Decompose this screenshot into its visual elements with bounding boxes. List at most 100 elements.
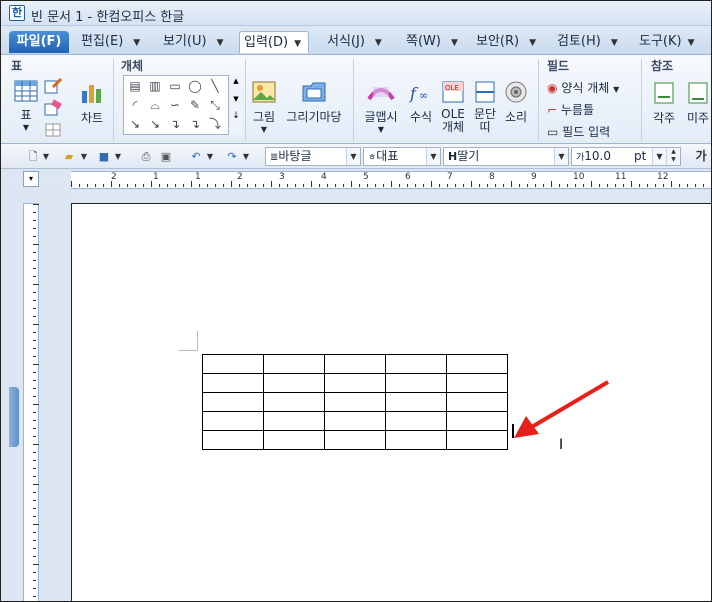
- connector-shape-icon[interactable]: ↘: [126, 116, 144, 132]
- chevron-down-icon[interactable]: ▼: [241, 148, 251, 165]
- chevron-down-icon[interactable]: ▼: [229, 95, 243, 103]
- table-cell[interactable]: [263, 392, 325, 412]
- formula-button[interactable]: f ∞ 수식: [405, 79, 437, 125]
- shape-gallery-scroll[interactable]: ▲ ▼ ↓: [228, 75, 243, 135]
- chevron-down-icon[interactable]: ▼: [205, 148, 215, 165]
- size-spinner[interactable]: ▲ ▼: [666, 148, 680, 165]
- table-cell[interactable]: [263, 373, 325, 393]
- ruler-corner[interactable]: ▾: [23, 171, 39, 187]
- style-combo[interactable]: ≣바탕글 ▼: [265, 147, 361, 166]
- ellipse-shape-icon[interactable]: ◯: [186, 78, 204, 94]
- menu-edit[interactable]: 편집(E) ▼: [81, 31, 141, 53]
- footnote-button[interactable]: 각주: [649, 81, 679, 126]
- menu-tools[interactable]: 도구(K) ▼: [639, 31, 696, 53]
- ruler-tick: [447, 184, 448, 187]
- chevron-down-icon[interactable]: ▼: [346, 148, 360, 165]
- chevron-down-icon[interactable]: ▼: [554, 148, 568, 165]
- document-table[interactable]: [202, 354, 508, 450]
- textart-button[interactable]: 글맵시 ▼: [361, 79, 401, 134]
- table-cell[interactable]: [324, 354, 386, 374]
- chevron-down-icon[interactable]: ▼: [41, 148, 51, 165]
- picture-button[interactable]: 그림 ▼: [249, 79, 279, 134]
- print-preview-icon[interactable]: ▣: [157, 148, 175, 165]
- table-cell[interactable]: [446, 430, 508, 450]
- table-cell[interactable]: [202, 430, 264, 450]
- menu-format[interactable]: 서식(J) ▼: [327, 31, 383, 53]
- table-cell[interactable]: [446, 392, 508, 412]
- table-cell[interactable]: [202, 373, 264, 393]
- menu-security[interactable]: 보안(R) ▼: [476, 31, 537, 53]
- sound-button[interactable]: 소리: [501, 79, 531, 125]
- font-size-combo[interactable]: 가10.0 pt ▼ ▲ ▼: [571, 147, 681, 166]
- save-icon[interactable]: ■: [95, 148, 113, 165]
- table-cell[interactable]: [324, 373, 386, 393]
- font-combo[interactable]: H딸기 ▼: [443, 147, 569, 166]
- connector-shape-icon[interactable]: ↴: [186, 116, 204, 132]
- table-edit-button[interactable]: [43, 77, 63, 98]
- polygon-shape-icon[interactable]: ⌓: [146, 97, 164, 113]
- table-grid-button[interactable]: [43, 123, 63, 140]
- table-cell[interactable]: [263, 354, 325, 374]
- table-cell[interactable]: [385, 392, 447, 412]
- table-cell[interactable]: [202, 392, 264, 412]
- table-cell[interactable]: [446, 354, 508, 374]
- table-button[interactable]: 표 ▼: [11, 79, 41, 132]
- endnote-button[interactable]: 미주: [683, 81, 711, 126]
- table-cell[interactable]: [446, 411, 508, 431]
- connector-shape-icon[interactable]: ↴: [166, 116, 184, 132]
- bold-button[interactable]: 가: [693, 148, 709, 165]
- chevron-down-icon[interactable]: ▼: [426, 148, 440, 165]
- font-language-combo[interactable]: ㅎ대표 ▼: [363, 147, 441, 166]
- table-cell[interactable]: [385, 430, 447, 450]
- ole-object-button[interactable]: OLE OLE 개체: [438, 79, 468, 134]
- table-cell[interactable]: [324, 430, 386, 450]
- menu-review[interactable]: 검토(H) ▼: [557, 31, 619, 53]
- menu-view[interactable]: 보기(U) ▼: [163, 31, 225, 53]
- table-cell[interactable]: [324, 392, 386, 412]
- side-pane-toggle[interactable]: [9, 387, 19, 447]
- table-cell[interactable]: [202, 354, 264, 374]
- vertical-ruler[interactable]: [23, 203, 39, 601]
- menu-page[interactable]: 쪽(W) ▼: [406, 31, 459, 53]
- connector-shape-icon[interactable]: ⤵: [206, 116, 224, 132]
- connector-shape-icon[interactable]: ⤡: [206, 97, 224, 113]
- chevron-up-icon[interactable]: ▲: [229, 77, 243, 85]
- click-here-button[interactable]: ⌐ 누름틀: [547, 101, 594, 118]
- paragraph-band-button[interactable]: 문단 띠: [470, 79, 500, 134]
- hwp-app-icon[interactable]: 한: [9, 5, 25, 21]
- rectangle-shape-icon[interactable]: ▭: [166, 78, 184, 94]
- connector-shape-icon[interactable]: ↘: [146, 116, 164, 132]
- drawing-button[interactable]: 그리기마당: [284, 79, 344, 125]
- text-box-shape-icon[interactable]: ▤: [126, 78, 144, 94]
- table-cell[interactable]: [263, 411, 325, 431]
- table-cell[interactable]: [446, 373, 508, 393]
- undo-icon[interactable]: ↶: [187, 148, 205, 165]
- chevron-down-icon[interactable]: ▼: [113, 148, 123, 165]
- open-folder-icon[interactable]: ▰: [59, 148, 79, 165]
- ruler-tick: [311, 181, 312, 187]
- new-document-icon[interactable]: 🗋: [25, 148, 41, 165]
- menu-file[interactable]: 파일(F): [9, 31, 69, 53]
- field-input-button[interactable]: ▭ 필드 입력: [547, 123, 610, 140]
- form-object-button[interactable]: ◉ 양식 개체 ▼: [547, 79, 619, 96]
- chevron-down-icon[interactable]: ▼: [652, 148, 666, 165]
- table-cell[interactable]: [263, 430, 325, 450]
- freehand-shape-icon[interactable]: ✎: [186, 97, 204, 113]
- chevron-down-icon[interactable]: ▼: [79, 148, 89, 165]
- table-erase-button[interactable]: [43, 99, 63, 120]
- curve-shape-icon[interactable]: ∽: [166, 97, 184, 113]
- table-cell[interactable]: [385, 354, 447, 374]
- horizontal-ruler[interactable]: 2 1 1 2 3 4 5 6 7 8 9 10 11 12: [71, 171, 711, 189]
- text-box-shape-icon[interactable]: ▥: [146, 78, 164, 94]
- more-icon[interactable]: ↓: [229, 111, 243, 121]
- table-cell[interactable]: [202, 411, 264, 431]
- table-cell[interactable]: [385, 411, 447, 431]
- redo-icon[interactable]: ↷: [223, 148, 241, 165]
- table-cell[interactable]: [385, 373, 447, 393]
- chart-button[interactable]: 차트: [77, 81, 107, 126]
- table-cell[interactable]: [324, 411, 386, 431]
- menu-insert[interactable]: 입력(D) ▼: [239, 31, 309, 53]
- arc-shape-icon[interactable]: ◜: [126, 97, 144, 113]
- line-shape-icon[interactable]: ╲: [206, 78, 224, 94]
- print-icon[interactable]: ⎙: [137, 148, 155, 165]
